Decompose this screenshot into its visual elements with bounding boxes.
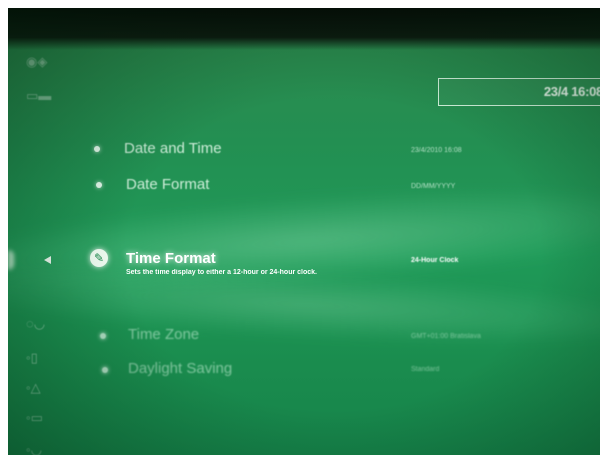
- clock-text: 23/4 16:08: [543, 84, 600, 99]
- bullet-icon: [100, 333, 106, 339]
- setting-description: Sets the time display to either a 12-hou…: [126, 269, 317, 276]
- edge-glow: [8, 250, 14, 270]
- controller-icon[interactable]: ◦▯: [26, 350, 52, 368]
- setting-label: Daylight Saving: [128, 360, 233, 377]
- setting-value: DD/MM/YYYY: [411, 183, 456, 190]
- setting-value: GMT+01:00 Bratislava: [411, 333, 481, 340]
- game-icon[interactable]: ◉◈: [26, 54, 52, 72]
- setting-value: 23/4/2010 16:08: [411, 147, 462, 154]
- back-arrow-icon[interactable]: [44, 256, 51, 264]
- setting-label: Date and Time: [124, 140, 222, 157]
- bullet-icon: [102, 367, 108, 373]
- wrench-icon: ✎: [90, 249, 108, 267]
- clock-display: 23/4 16:08: [438, 78, 600, 106]
- setting-label: Time Format: [126, 250, 216, 267]
- chat-icon[interactable]: ◦▭: [26, 410, 52, 428]
- bullet-icon: [96, 182, 102, 188]
- setting-label: Time Zone: [128, 326, 200, 343]
- setting-label: Date Format: [126, 176, 210, 193]
- setting-value: Standard: [411, 366, 440, 373]
- top-dark-band: [8, 8, 600, 50]
- setting-value: 24-Hour Clock: [411, 257, 459, 264]
- bullet-icon: [94, 146, 100, 152]
- mic-icon[interactable]: ◦◡: [26, 442, 52, 455]
- user-icon[interactable]: ◦△: [26, 380, 52, 398]
- network-icon[interactable]: ◌◡: [26, 316, 52, 334]
- folder-icon[interactable]: ▭▬: [26, 88, 52, 106]
- xmb-screen: ◉◈ ▭▬ ◌◡ ◦▯ ◦△ ◦▭ ◦◡ 23/4 16:08 Date and…: [8, 8, 600, 455]
